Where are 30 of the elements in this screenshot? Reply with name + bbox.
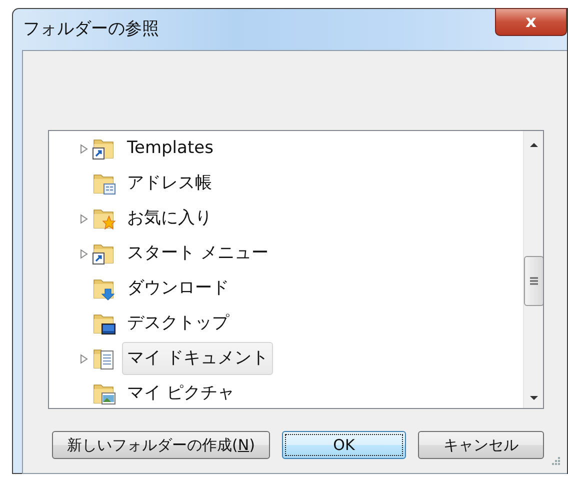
- shortcut-folder-icon: [92, 136, 116, 160]
- expand-icon[interactable]: [79, 352, 89, 364]
- new-folder-button[interactable]: 新しいフォルダーの作成(N): [52, 431, 270, 459]
- folder-item[interactable]: マイ ドキュメント: [122, 342, 274, 376]
- download-folder-icon: [92, 276, 116, 300]
- scroll-thumb[interactable]: [524, 256, 543, 306]
- expand-icon[interactable]: [79, 248, 89, 260]
- resize-grip-icon[interactable]: [551, 456, 561, 466]
- window-title: フォルダーの参照: [23, 18, 159, 41]
- folder-item[interactable]: アドレス帳: [122, 166, 217, 200]
- cancel-button[interactable]: キャンセル: [418, 431, 544, 459]
- folder-item[interactable]: Templates: [122, 132, 218, 166]
- folder-item[interactable]: マイ ピクチャ: [122, 376, 240, 408]
- documents-folder-icon: [92, 346, 116, 370]
- desktop-folder-icon: [92, 312, 116, 336]
- pictures-folder-icon: [92, 382, 116, 406]
- star-folder-icon: [92, 206, 116, 230]
- folder-item[interactable]: お気に入り: [122, 202, 217, 236]
- expand-icon[interactable]: [79, 142, 89, 154]
- folder-item[interactable]: ダウンロード: [122, 272, 234, 306]
- scroll-up-icon[interactable]: [528, 141, 538, 149]
- scroll-down-icon[interactable]: [528, 394, 538, 402]
- shortcut-folder-icon: [92, 242, 116, 266]
- scrollbar[interactable]: [523, 131, 543, 408]
- folder-item[interactable]: デスクトップ: [122, 306, 234, 340]
- contacts-folder-icon: [92, 172, 116, 196]
- ok-button[interactable]: OK: [282, 431, 406, 459]
- expand-icon[interactable]: [79, 212, 89, 224]
- folder-item[interactable]: スタート メニュー: [122, 236, 274, 270]
- close-button[interactable]: x: [495, 8, 567, 36]
